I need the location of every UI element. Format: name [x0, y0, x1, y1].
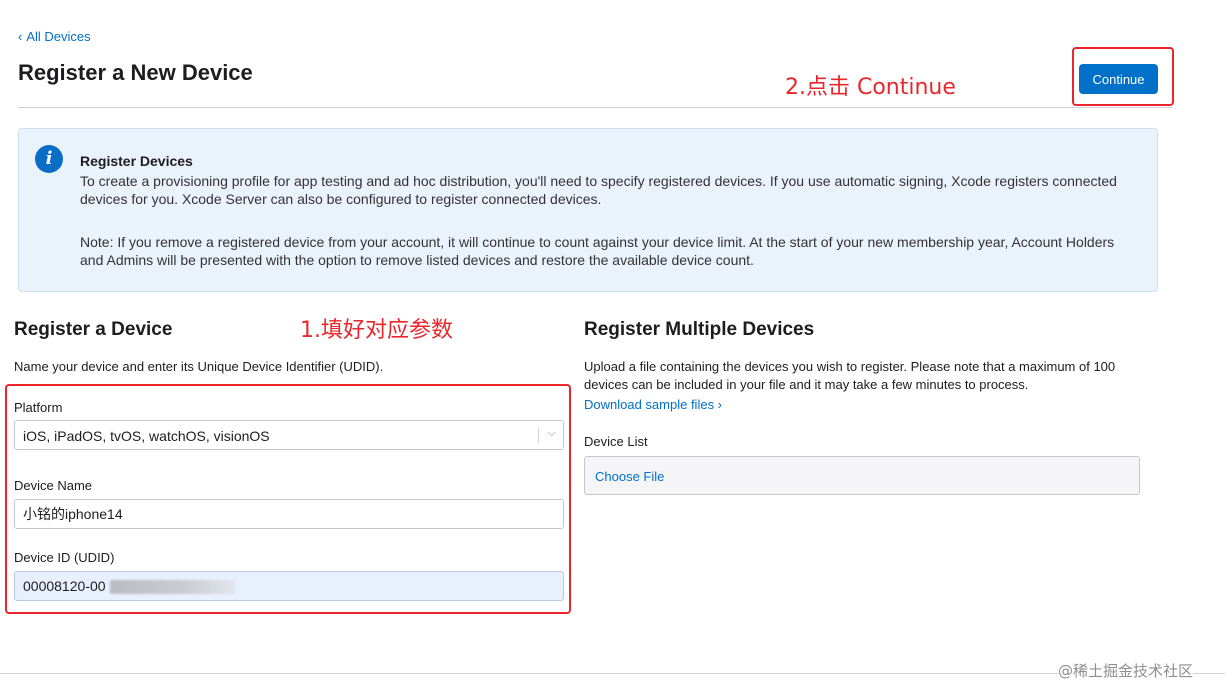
back-link-label: All Devices	[26, 29, 91, 44]
info-title: Register Devices	[80, 153, 193, 169]
back-to-all-devices-link[interactable]: ‹ All Devices	[18, 29, 91, 44]
info-banner: i Register Devices To create a provision…	[18, 128, 1158, 292]
form-highlight-box	[5, 384, 571, 614]
step1-annotation: 1.填好对应参数	[300, 318, 453, 343]
device-list-label: Device List	[584, 434, 648, 449]
step2-annotation: 2.点击 Continue	[785, 75, 956, 100]
info-note: Note: If you remove a registered device …	[80, 234, 1115, 268]
header-divider	[18, 107, 1173, 108]
watermark: @稀土掘金技术社区	[1058, 660, 1194, 681]
info-body: To create a provisioning profile for app…	[80, 173, 1117, 207]
register-multiple-heading: Register Multiple Devices	[584, 319, 815, 340]
page-title: Register a New Device	[18, 60, 253, 85]
register-multiple-description: Upload a file containing the devices you…	[584, 359, 1116, 392]
device-list-file-picker[interactable]: Choose File	[584, 456, 1140, 495]
register-device-heading: Register a Device	[14, 319, 173, 340]
footer-divider	[0, 673, 1225, 674]
info-icon: i	[35, 145, 63, 173]
choose-file-button[interactable]: Choose File	[595, 469, 664, 484]
chevron-left-icon: ‹	[18, 29, 23, 44]
register-device-description: Name your device and enter its Unique De…	[14, 359, 384, 374]
continue-highlight-box	[1072, 47, 1174, 106]
download-sample-files-link[interactable]: Download sample files ›	[584, 397, 722, 412]
register-device-page: ‹ All Devices Register a New Device Cont…	[0, 0, 1225, 687]
